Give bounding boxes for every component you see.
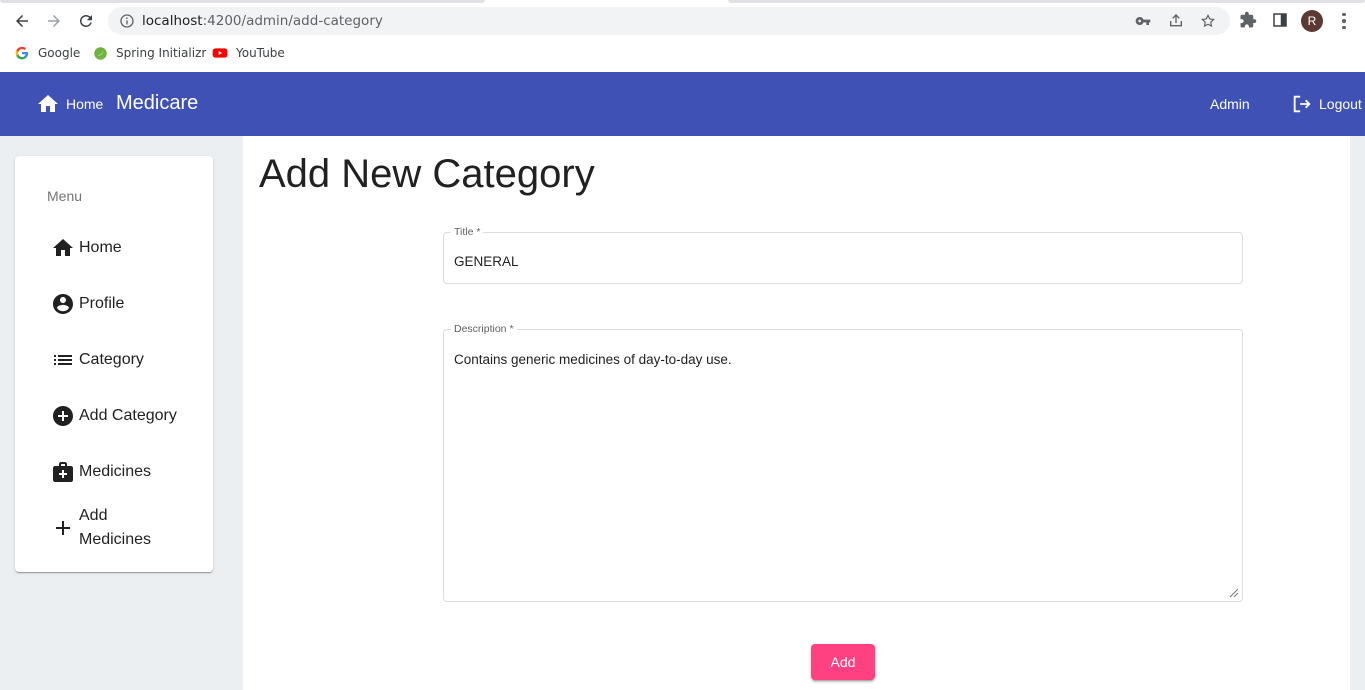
url-path: :4200/admin/add-category <box>202 13 383 29</box>
description-textarea[interactable]: Contains generic medicines of day-to-day… <box>454 352 732 367</box>
back-button[interactable] <box>11 10 33 32</box>
plus-icon <box>51 516 75 540</box>
home-icon <box>51 236 75 260</box>
star-icon[interactable] <box>1200 13 1216 29</box>
toolbar-home-button[interactable]: Home <box>36 93 103 115</box>
menu-title: Menu <box>47 188 83 204</box>
title-field[interactable]: Title * GENERAL <box>443 226 1243 284</box>
url-host: localhost <box>142 13 203 29</box>
sidebar-item-label: Category <box>79 351 144 368</box>
sidebar-item-profile[interactable]: Profile <box>51 292 201 316</box>
address-bar[interactable]: localhost:4200/admin/add-category <box>108 7 1230 35</box>
sidebar-item-add-medicines[interactable]: Add Medicines <box>51 504 201 552</box>
logout-button[interactable]: Logout <box>1291 92 1362 116</box>
sidebar-item-add-category[interactable]: Add Category <box>51 404 201 428</box>
spring-icon <box>92 45 108 61</box>
resize-handle-icon[interactable] <box>1229 588 1239 598</box>
add-button[interactable]: Add <box>811 644 875 680</box>
sidebar-item-label: Home <box>79 239 122 256</box>
arrow-left-icon <box>16 15 28 27</box>
bookmarks-bar: Google Spring Initializr YouTube <box>0 42 1365 64</box>
side-panel-icon[interactable] <box>1271 11 1289 29</box>
logout-label: Logout <box>1319 96 1362 112</box>
key-icon[interactable] <box>1135 13 1151 29</box>
admin-link[interactable]: Admin <box>1210 96 1250 112</box>
url-text: localhost:4200/admin/add-category <box>142 13 383 29</box>
arrow-right-icon <box>48 15 60 27</box>
bookmark-label: Spring Initializr <box>116 46 207 60</box>
bookmark-google[interactable]: Google <box>14 44 80 62</box>
browser-menu-button[interactable] <box>1336 11 1352 31</box>
sidebar-item-label: Profile <box>79 295 125 312</box>
sidebar-item-label: Medicines <box>79 463 152 480</box>
page-title: Add New Category <box>259 152 595 196</box>
forward-button[interactable] <box>43 10 65 32</box>
bookmark-spring-initializr[interactable]: Spring Initializr <box>92 44 206 62</box>
sidebar-item-medicines[interactable]: Medicines <box>51 460 201 484</box>
title-input[interactable]: GENERAL <box>454 254 519 269</box>
reload-icon <box>80 14 92 27</box>
share-icon[interactable] <box>1168 13 1184 29</box>
account-circle-icon <box>51 292 75 316</box>
toolbar-home-label: Home <box>66 96 104 112</box>
sidebar-item-category[interactable]: Category <box>51 348 201 372</box>
scroll-gutter <box>1350 136 1365 690</box>
add-circle-icon <box>51 404 75 428</box>
google-icon <box>14 45 30 61</box>
reload-button[interactable] <box>75 10 97 32</box>
bookmark-label: Google <box>38 46 81 60</box>
sidebar-item-home[interactable]: Home <box>51 236 201 260</box>
description-field[interactable]: Description * Contains generic medicines… <box>443 323 1243 602</box>
medical-bag-icon <box>51 460 75 484</box>
youtube-icon <box>212 45 228 61</box>
home-icon <box>38 95 58 112</box>
app-toolbar: Home Medicare Admin Logout <box>0 72 1365 136</box>
title-field-label: Title * <box>451 226 484 238</box>
bookmark-youtube[interactable]: YouTube <box>212 44 285 62</box>
brand-title[interactable]: Medicare <box>116 92 198 115</box>
sidebar-menu: Menu Home Profile Category Add Category … <box>15 156 213 572</box>
logout-icon <box>1293 95 1311 113</box>
description-field-label: Description * <box>451 323 517 335</box>
browser-chrome: localhost:4200/admin/add-category R Goog… <box>0 0 1365 72</box>
info-icon[interactable] <box>119 13 135 29</box>
profile-avatar[interactable]: R <box>1301 10 1323 32</box>
extensions-puzzle-icon[interactable] <box>1239 11 1257 29</box>
tab-strip <box>0 0 1365 6</box>
sidebar-item-label: Add Category <box>79 407 177 424</box>
bookmark-label: YouTube <box>236 46 285 60</box>
sidebar-item-label: Add Medicines <box>79 507 152 548</box>
list-icon <box>51 348 75 372</box>
